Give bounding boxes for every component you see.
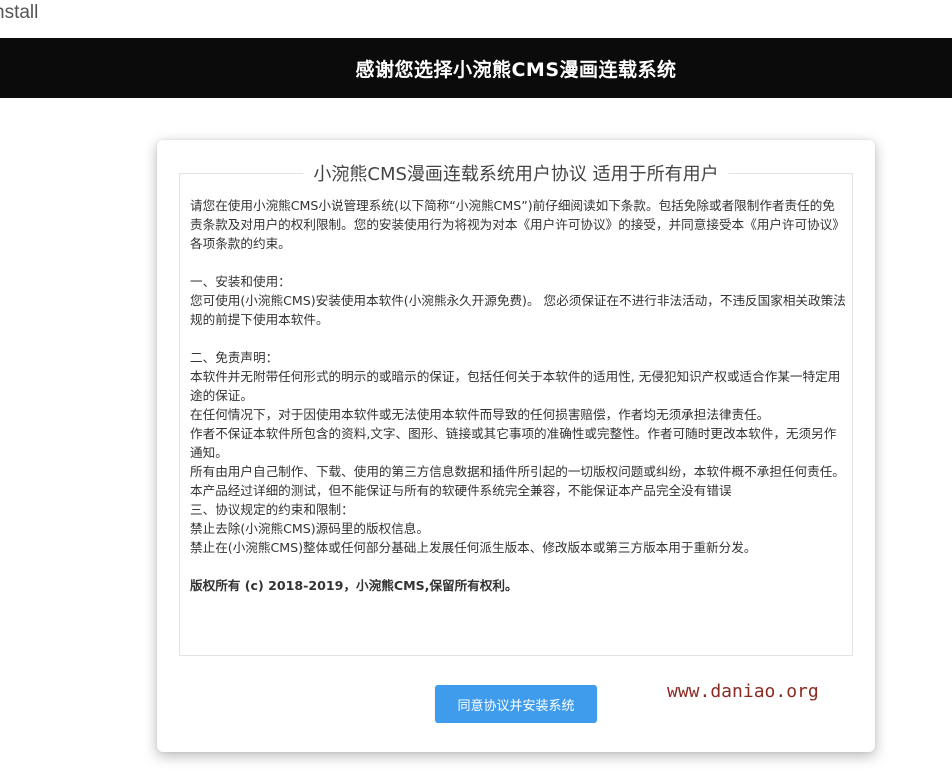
header-title: 感谢您选择小涴熊CMS漫画连载系统 [355, 58, 677, 81]
section2-line: 本软件并无附带任何形式的明示的或暗示的保证，包括任何关于本软件的适用性, 无侵犯… [190, 369, 841, 403]
section2-title: 二、免责声明： [190, 350, 279, 365]
section2-line: 在任何情况下，对于因使用本软件或无法使用本软件而导致的任何损害赔偿，作者均无须承… [190, 407, 770, 422]
section2-line: 本产品经过详细的测试，但不能保证与所有的软硬件系统完全兼容，不能保证本产品完全没… [190, 483, 732, 498]
section3-line: 禁止去除(小涴熊CMS)源码里的版权信息。 [190, 521, 429, 536]
section2-line: 作者不保证本软件所包含的资料,文字、图形、链接或其它事项的准确性或完整性。作者可… [190, 426, 837, 460]
header-bar: 感谢您选择小涴熊CMS漫画连载系统 [0, 38, 952, 98]
section3-line: 禁止在(小涴熊CMS)整体或任何部分基础上发展任何派生版本、修改版本或第三方版本… [190, 540, 757, 555]
agreement-text: 请您在使用小涴熊CMS小说管理系统(以下简称“小涴熊CMS”)前仔细阅读如下条款… [190, 196, 846, 595]
agreement-card: 小涴熊CMS漫画连载系统用户协议 适用于所有用户 请您在使用小涴熊CMS小说管理… [157, 140, 875, 752]
section3-title: 三、协议规定的约束和限制： [190, 502, 354, 517]
agree-install-button[interactable]: 同意协议并安装系统 [435, 685, 597, 723]
agreement-legend: 小涴熊CMS漫画连载系统用户协议 适用于所有用户 [303, 160, 729, 186]
agreement-intro: 请您在使用小涴熊CMS小说管理系统(以下简称“小涴熊CMS”)前仔细阅读如下条款… [190, 198, 845, 251]
copyright-notice: 版权所有 (c) 2018-2019，小涴熊CMS,保留所有权利。 [190, 578, 518, 593]
agreement-fieldset: 小涴熊CMS漫画连载系统用户协议 适用于所有用户 请您在使用小涴熊CMS小说管理… [179, 160, 853, 656]
section1-title: 一、安装和使用： [190, 274, 291, 289]
section1-text: 您可使用(小涴熊CMS)安装使用本软件(小涴熊永久开源免费)。 您必须保证在不进… [190, 293, 846, 327]
section2-line: 所有由用户自己制作、下载、使用的第三方信息数据和插件所引起的一切版权问题或纠纷，… [190, 464, 845, 479]
watermark-text: www.daniao.org [667, 681, 819, 702]
page-tab-title-text: nstall [0, 2, 39, 23]
page-tab-title: nstall [0, 0, 952, 38]
